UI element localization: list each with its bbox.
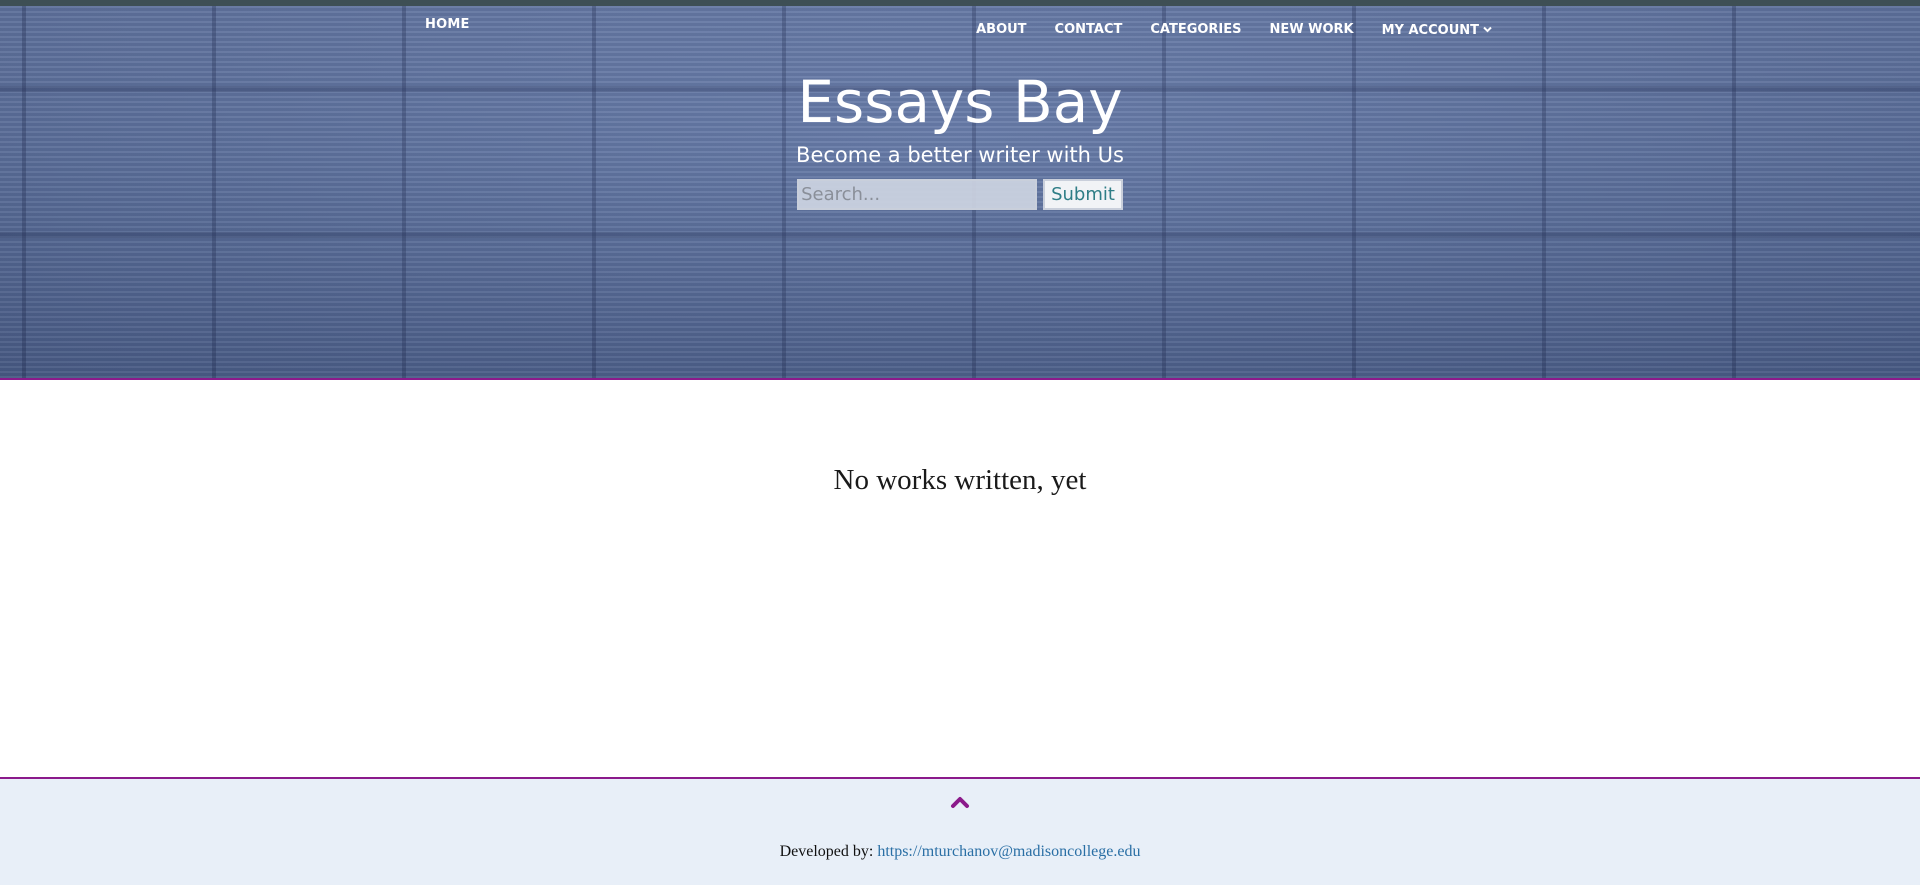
developed-by-label: Developed by:	[779, 843, 874, 860]
search-form: Submit	[0, 179, 1920, 210]
developer-credit: Developed by: https://mturchanov@madison…	[0, 843, 1920, 861]
top-bar	[0, 0, 1920, 6]
chevron-down-icon	[1483, 22, 1492, 37]
nav-home-link[interactable]: HOME	[425, 17, 470, 32]
nav-my-account-dropdown[interactable]: MY ACCOUNT	[1382, 22, 1492, 38]
site-tagline: Become a better writer with Us	[796, 143, 1124, 167]
developer-link[interactable]: https://mturchanov@madisoncollege.edu	[877, 843, 1140, 860]
page-footer: Developed by: https://mturchanov@madison…	[0, 777, 1920, 885]
main-nav: ABOUT CONTACT CATEGORIES NEW WORK MY ACC…	[976, 22, 1492, 38]
nav-contact-link[interactable]: CONTACT	[1055, 22, 1123, 38]
nav-categories-link[interactable]: CATEGORIES	[1150, 22, 1241, 38]
nav-about-link[interactable]: ABOUT	[976, 22, 1026, 38]
nav-new-work-link[interactable]: NEW WORK	[1270, 22, 1354, 38]
nav-my-account-label: MY ACCOUNT	[1381, 23, 1479, 38]
submit-button[interactable]: Submit	[1043, 179, 1123, 210]
main-content: No works written, yet	[0, 382, 1920, 777]
chevron-up-icon	[948, 797, 972, 815]
back-to-top-button[interactable]	[948, 793, 972, 811]
search-input[interactable]	[797, 179, 1038, 210]
hero-header: HOME ABOUT CONTACT CATEGORIES NEW WORK M…	[0, 0, 1920, 380]
site-title: Essays Bay	[797, 68, 1123, 136]
hero-content: Essays Bay Become a better writer with U…	[0, 66, 1920, 210]
empty-works-message: No works written, yet	[833, 464, 1087, 496]
